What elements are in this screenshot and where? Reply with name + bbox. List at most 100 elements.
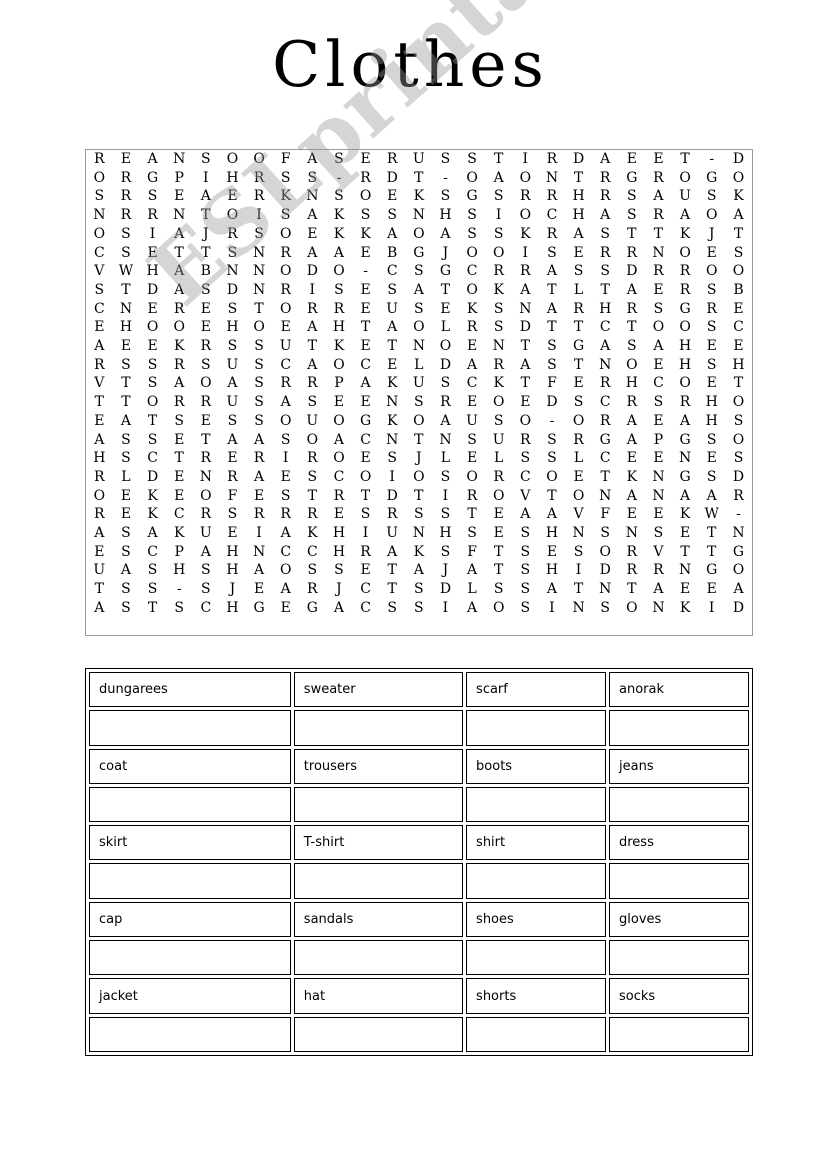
grid-cell[interactable]: S [272,206,299,225]
grid-cell[interactable]: R [539,150,566,169]
word-list-answer-blank[interactable] [293,863,464,899]
grid-cell[interactable]: O [193,374,220,393]
grid-cell[interactable]: L [432,449,459,468]
grid-cell[interactable]: R [166,393,193,412]
grid-cell[interactable]: O [485,393,512,412]
grid-cell[interactable]: R [512,262,539,281]
grid-cell[interactable]: O [698,262,725,281]
grid-cell[interactable]: N [619,524,646,543]
grid-cell[interactable]: D [725,468,752,487]
grid-cell[interactable]: J [432,561,459,580]
grid-cell[interactable]: T [485,543,512,562]
grid-cell[interactable]: C [512,468,539,487]
grid-cell[interactable]: A [86,524,113,543]
grid-cell[interactable]: O [219,150,246,169]
grid-cell[interactable]: S [698,468,725,487]
grid-cell[interactable]: E [645,412,672,431]
grid-cell[interactable]: N [406,524,433,543]
grid-cell[interactable]: S [352,505,379,524]
grid-cell[interactable]: J [432,244,459,263]
grid-cell[interactable]: C [352,431,379,450]
grid-cell[interactable]: O [86,169,113,188]
grid-cell[interactable]: S [539,449,566,468]
grid-cell[interactable]: A [166,262,193,281]
grid-cell[interactable]: N [406,206,433,225]
grid-cell[interactable]: E [219,524,246,543]
grid-cell[interactable]: I [565,561,592,580]
grid-cell[interactable]: E [565,374,592,393]
grid-cell[interactable]: R [352,543,379,562]
grid-cell[interactable]: E [432,300,459,319]
grid-cell[interactable]: T [565,169,592,188]
grid-cell[interactable]: K [619,468,646,487]
grid-cell[interactable]: E [139,300,166,319]
grid-cell[interactable]: T [406,487,433,506]
grid-cell[interactable]: R [539,225,566,244]
grid-cell[interactable]: I [246,524,273,543]
grid-cell[interactable]: T [352,318,379,337]
grid-cell[interactable]: N [246,281,273,300]
grid-cell[interactable]: T [379,561,406,580]
grid-cell[interactable]: E [299,225,326,244]
grid-cell[interactable]: S [619,337,646,356]
grid-cell[interactable]: E [246,580,273,599]
grid-cell[interactable]: S [432,505,459,524]
grid-cell[interactable]: O [485,599,512,618]
grid-cell[interactable]: E [246,487,273,506]
grid-cell[interactable]: S [272,487,299,506]
grid-cell[interactable]: N [299,187,326,206]
grid-cell[interactable]: E [219,187,246,206]
grid-cell[interactable]: V [512,487,539,506]
grid-cell[interactable]: U [379,524,406,543]
grid-cell[interactable]: K [379,412,406,431]
grid-cell[interactable]: E [565,244,592,263]
grid-cell[interactable]: S [485,225,512,244]
grid-cell[interactable]: E [86,318,113,337]
grid-cell[interactable]: T [565,580,592,599]
grid-cell[interactable]: O [352,468,379,487]
grid-cell[interactable]: S [432,543,459,562]
word-list-cell[interactable]: T-shirt [293,825,464,861]
grid-cell[interactable]: A [86,431,113,450]
grid-cell[interactable]: E [619,505,646,524]
grid-cell[interactable]: O [485,244,512,263]
grid-cell[interactable]: S [139,356,166,375]
grid-cell[interactable]: E [645,356,672,375]
grid-cell[interactable]: J [326,580,353,599]
grid-cell[interactable]: S [219,300,246,319]
grid-cell[interactable]: H [672,337,699,356]
grid-cell[interactable]: E [326,505,353,524]
grid-cell[interactable]: R [113,187,140,206]
grid-cell[interactable]: O [672,318,699,337]
word-list-cell[interactable]: shirt [466,825,606,861]
grid-cell[interactable]: A [379,225,406,244]
word-list-answer-blank[interactable] [293,940,464,976]
grid-cell[interactable]: J [698,225,725,244]
grid-cell[interactable]: S [459,431,486,450]
grid-cell[interactable]: I [539,599,566,618]
grid-cell[interactable]: A [379,543,406,562]
grid-cell[interactable]: S [725,449,752,468]
grid-cell[interactable]: E [485,505,512,524]
grid-cell[interactable]: R [299,505,326,524]
grid-cell[interactable]: R [86,356,113,375]
grid-cell[interactable]: C [592,318,619,337]
grid-cell[interactable]: E [645,505,672,524]
grid-cell[interactable]: R [619,561,646,580]
grid-cell[interactable]: V [645,543,672,562]
grid-cell[interactable]: T [86,580,113,599]
grid-cell[interactable]: A [725,206,752,225]
grid-cell[interactable]: D [379,487,406,506]
grid-cell[interactable]: C [539,206,566,225]
grid-cell[interactable]: S [246,356,273,375]
grid-cell[interactable]: O [645,318,672,337]
grid-cell[interactable]: R [272,505,299,524]
grid-cell[interactable]: S [565,543,592,562]
word-list-cell[interactable]: shorts [466,978,606,1014]
grid-cell[interactable]: E [672,524,699,543]
grid-cell[interactable]: G [459,187,486,206]
grid-cell[interactable]: S [299,561,326,580]
grid-cell[interactable]: E [565,468,592,487]
grid-cell[interactable]: S [725,412,752,431]
grid-cell[interactable]: T [166,449,193,468]
